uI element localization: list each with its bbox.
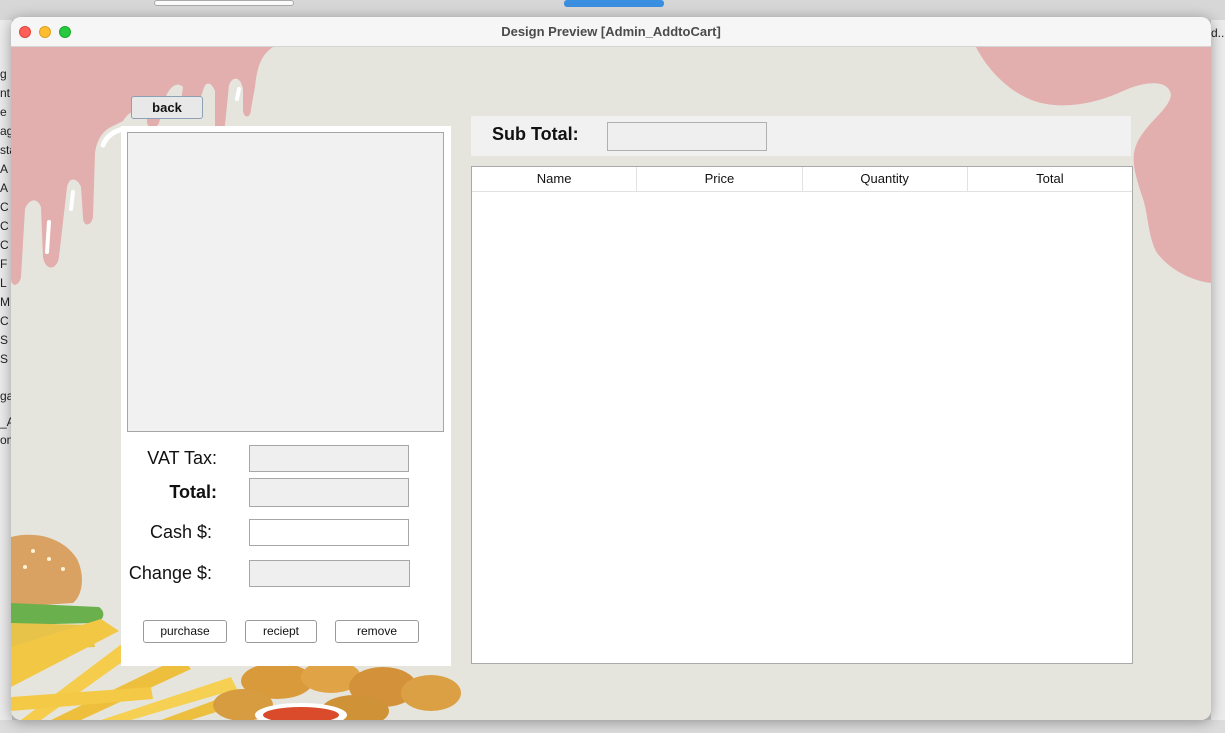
background-text: nt [0, 86, 11, 100]
cash-label: Cash $: [149, 522, 212, 542]
window-title: Design Preview [Admin_AddtoCart] [501, 24, 721, 39]
background-right-panel: d.. [1211, 20, 1225, 733]
column-header-price[interactable]: Price [637, 167, 803, 191]
change-label: Change $: [128, 563, 212, 583]
cart-table[interactable]: Name Price Quantity Total [471, 166, 1133, 664]
remove-button[interactable]: remove [335, 620, 419, 643]
title-bar[interactable]: Design Preview [Admin_AddtoCart] [11, 17, 1211, 47]
background-toolbar-field [154, 0, 294, 6]
background-text: C [0, 238, 9, 252]
change-field[interactable] [249, 560, 410, 587]
background-bottom-strip [0, 720, 1225, 733]
purchase-button[interactable]: purchase [143, 620, 227, 643]
total-label: Total: [169, 482, 217, 502]
column-header-total[interactable]: Total [968, 167, 1132, 191]
background-text: L [0, 276, 7, 290]
back-button[interactable]: back [131, 96, 203, 119]
background-text: A [0, 181, 9, 195]
cart-table-header: Name Price Quantity Total [472, 167, 1132, 192]
background-text: g [0, 67, 7, 81]
background-toolbar-highlight [564, 0, 664, 7]
receipt-button[interactable]: reciept [245, 620, 317, 643]
column-header-name[interactable]: Name [472, 167, 638, 191]
background-text: F [0, 257, 8, 271]
subtotal-field[interactable] [607, 122, 767, 151]
subtotal-label: Sub Total: [492, 124, 579, 144]
cash-input[interactable] [249, 519, 409, 546]
product-image-placeholder [127, 132, 444, 432]
order-summary-panel: VAT Tax: Total: Cash $: Change $: purcha… [121, 126, 451, 666]
cart-screen: back VAT Tax: Total: Cash $: Change $: p… [11, 47, 1211, 720]
background-text: S [0, 352, 9, 366]
background-text: C [0, 200, 9, 214]
background-text: A [0, 162, 9, 176]
vat-tax-field[interactable] [249, 445, 409, 472]
total-field[interactable] [249, 478, 409, 507]
column-header-quantity[interactable]: Quantity [803, 167, 968, 191]
background-text: M [0, 295, 10, 309]
background-text: C [0, 314, 9, 328]
subtotal-bar: Sub Total: [471, 116, 1131, 156]
background-text: C [0, 219, 9, 233]
vat-tax-label: VAT Tax: [147, 448, 217, 468]
background-text: e [0, 105, 7, 119]
design-preview-window: Design Preview [Admin_AddtoCart] back VA… [11, 17, 1211, 720]
background-text: S [0, 333, 9, 347]
background-text: d.. [1211, 26, 1225, 40]
